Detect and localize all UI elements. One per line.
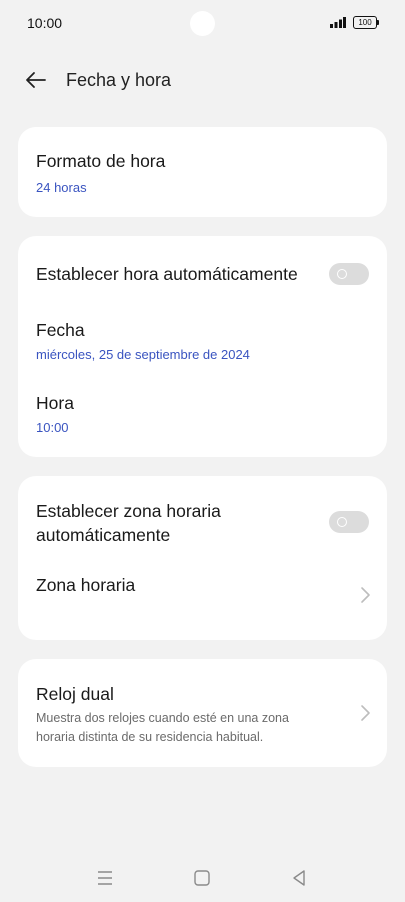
home-icon[interactable]	[190, 866, 214, 890]
time-row[interactable]: Hora 10:00	[18, 384, 387, 456]
status-time: 10:00	[27, 15, 63, 31]
time-format-title: Formato de hora	[36, 151, 166, 171]
time-format-card[interactable]: Formato de hora 24 horas	[18, 127, 387, 217]
date-time-card: Establecer hora automáticamente Fecha mi…	[18, 236, 387, 457]
date-value: miércoles, 25 de septiembre de 2024	[36, 347, 250, 362]
auto-zone-row[interactable]: Establecer zona horaria automáticamente	[18, 476, 387, 560]
auto-time-toggle[interactable]	[329, 263, 369, 285]
signal-icon	[330, 17, 346, 28]
dual-clock-card[interactable]: Reloj dual Muestra dos relojes cuando es…	[18, 659, 387, 767]
auto-zone-label-line1: Establecer zona horaria	[36, 501, 221, 521]
time-title: Hora	[36, 393, 74, 413]
timezone-title: Zona horaria	[36, 575, 136, 595]
menu-icon[interactable]	[93, 866, 117, 890]
camera-cutout	[190, 11, 215, 36]
date-title: Fecha	[36, 320, 85, 340]
dual-clock-title: Reloj dual	[36, 684, 114, 704]
time-value: 10:00	[36, 420, 69, 435]
timezone-row[interactable]: Zona horaria	[18, 560, 387, 640]
timezone-card: Establecer zona horaria automáticamente …	[18, 476, 387, 640]
page-title: Fecha y hora	[66, 70, 172, 90]
toggle-knob	[337, 517, 347, 527]
back-icon[interactable]	[287, 866, 311, 890]
status-bar: 10:00 100	[0, 0, 405, 46]
navigation-bar	[0, 860, 405, 896]
time-format-value: 24 horas	[36, 180, 87, 195]
toggle-knob	[337, 269, 347, 279]
header: Fecha y hora	[0, 60, 405, 100]
auto-zone-toggle[interactable]	[329, 511, 369, 533]
chevron-right-icon	[361, 587, 370, 603]
date-row[interactable]: Fecha miércoles, 25 de septiembre de 202…	[18, 312, 387, 384]
auto-time-row[interactable]: Establecer hora automáticamente	[18, 236, 387, 312]
dual-clock-desc-line2: horaria distinta de su residencia habitu…	[36, 730, 264, 744]
chevron-right-icon	[361, 705, 370, 721]
battery-icon: 100	[353, 16, 379, 29]
dual-clock-desc-line1: Muestra dos relojes cuando esté en una z…	[36, 711, 289, 725]
auto-zone-label-line2: automáticamente	[36, 525, 171, 545]
back-arrow-icon[interactable]	[24, 68, 48, 92]
auto-time-label: Establecer hora automáticamente	[36, 264, 298, 284]
